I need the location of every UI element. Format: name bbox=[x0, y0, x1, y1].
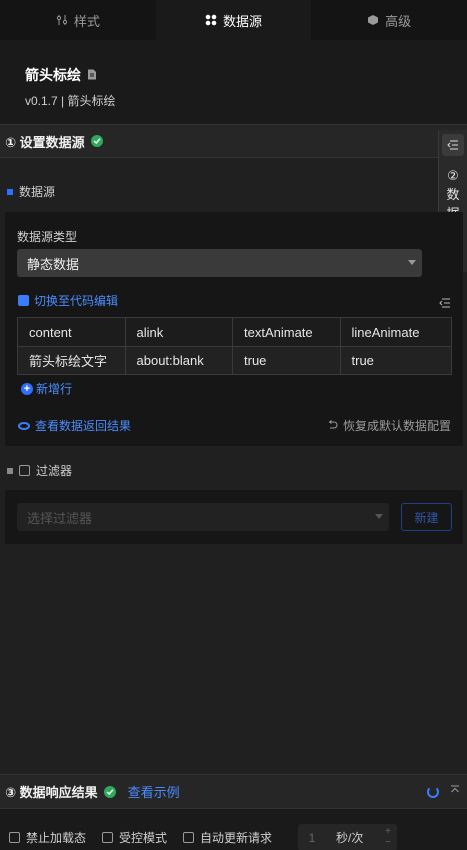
switch-code-edit-link[interactable]: 切换至代码编辑 bbox=[18, 292, 118, 309]
add-row-label: 新增行 bbox=[36, 382, 73, 396]
table-row: 箭头标绘文字 about:blank true true bbox=[18, 346, 451, 374]
side-tab-char: 数 bbox=[446, 187, 460, 202]
switch-code-label: 切换至代码编辑 bbox=[34, 294, 119, 308]
checkbox[interactable] bbox=[102, 832, 114, 843]
eye-icon bbox=[18, 421, 30, 430]
table-cell[interactable]: 箭头标绘文字 bbox=[18, 347, 126, 374]
view-result-label: 查看数据返回结果 bbox=[35, 419, 132, 433]
component-name: 箭头标绘 bbox=[25, 65, 97, 85]
component-name-text: 箭头标绘 bbox=[25, 67, 81, 83]
static-data-table: content alink textAnimate lineAnimate 箭头… bbox=[17, 317, 452, 375]
tab-label: 数据源 bbox=[223, 13, 263, 29]
square-bullet-icon bbox=[7, 188, 13, 195]
option-auto-update[interactable]: 自动更新请求 bbox=[183, 829, 272, 846]
filter-card: 选择过滤器 新建 bbox=[5, 490, 463, 544]
tab-datasource[interactable]: 数据源 bbox=[155, 0, 312, 40]
component-header: 箭头标绘 v0.1.7 | 箭头标绘 bbox=[0, 40, 467, 124]
section-title: ③ 数据响应结果 bbox=[5, 785, 98, 800]
collapse-left-icon[interactable] bbox=[442, 134, 464, 156]
table-header-cell: alink bbox=[126, 318, 233, 346]
check-circle-icon bbox=[103, 785, 116, 798]
view-example-link[interactable]: 查看示例 bbox=[128, 782, 180, 801]
option-label: 自动更新请求 bbox=[200, 831, 273, 845]
section-title: ① 设置数据源 bbox=[5, 134, 85, 150]
filter-placeholder: 选择过滤器 bbox=[27, 510, 93, 526]
caret-down-icon bbox=[408, 260, 416, 265]
square-bullet-icon bbox=[7, 467, 13, 474]
table-header-cell: lineAnimate bbox=[351, 324, 420, 340]
datasource-card: 数据源类型 静态数据 切换至代码编辑 content alink textAni… bbox=[5, 212, 463, 446]
stepper-arrows-icon[interactable]: + − bbox=[385, 826, 391, 848]
option-controlled-mode[interactable]: 受控模式 bbox=[102, 829, 167, 846]
option-label: 禁止加载态 bbox=[26, 831, 87, 845]
undo-icon bbox=[327, 419, 338, 433]
datasource-section-header[interactable]: ① 设置数据源 bbox=[0, 125, 467, 158]
tab-style[interactable]: 样式 bbox=[0, 0, 156, 40]
reset-default-link[interactable]: 恢复成默认数据配置 bbox=[327, 417, 451, 434]
panel-tabs: 样式 数据源 高级 bbox=[0, 0, 467, 40]
option-disable-loading[interactable]: 禁止加载态 bbox=[9, 829, 86, 846]
tab-label: 样式 bbox=[73, 13, 100, 29]
code-icon bbox=[18, 295, 29, 306]
interval-unit: 秒/次 bbox=[336, 831, 364, 845]
chevron-up-icon[interactable] bbox=[450, 784, 460, 796]
filter-toggle[interactable]: 过滤器 bbox=[7, 462, 72, 479]
side-tab-number: ② bbox=[447, 168, 459, 183]
collapse-list-icon[interactable] bbox=[439, 296, 451, 311]
table-cell[interactable]: about:blank bbox=[126, 347, 233, 374]
filter-select[interactable]: 选择过滤器 bbox=[17, 503, 389, 531]
tab-label: 高级 bbox=[385, 13, 412, 29]
cube-icon bbox=[367, 14, 379, 26]
data-response-header[interactable]: ③ 数据响应结果 查看示例 bbox=[0, 775, 467, 809]
datasource-label-text: 数据源 bbox=[19, 185, 56, 199]
datasource-icon bbox=[205, 14, 217, 26]
sliders-icon bbox=[56, 14, 68, 26]
caret-down-icon bbox=[375, 514, 383, 519]
filter-checkbox[interactable] bbox=[19, 465, 30, 476]
datasource-type-value: 静态数据 bbox=[27, 256, 80, 272]
interval-stepper[interactable]: 1 秒/次 + − bbox=[298, 824, 397, 850]
datasource-type-select[interactable]: 静态数据 bbox=[17, 249, 422, 277]
table-header-cell: textAnimate bbox=[233, 318, 341, 346]
view-result-link[interactable]: 查看数据返回结果 bbox=[18, 417, 131, 434]
table-cell[interactable]: true bbox=[341, 347, 451, 374]
check-circle-icon bbox=[90, 135, 103, 147]
filter-label-text: 过滤器 bbox=[36, 464, 73, 478]
add-row-button[interactable]: + 新增行 bbox=[21, 380, 72, 397]
response-options: 禁止加载态 受控模式 自动更新请求 bbox=[9, 829, 288, 846]
data-response-section: ③ 数据响应结果 查看示例 禁止加载态 受控模式 自动更新请求 1 秒/次 + − bbox=[0, 774, 467, 850]
component-version: v0.1.7 | 箭头标绘 bbox=[25, 94, 116, 108]
reset-label: 恢复成默认数据配置 bbox=[342, 419, 451, 433]
refresh-icon[interactable] bbox=[427, 786, 439, 798]
document-icon[interactable] bbox=[87, 67, 97, 83]
datasource-label: 数据源 bbox=[7, 183, 55, 200]
datasource-type-label: 数据源类型 bbox=[17, 230, 78, 244]
table-header-row: content alink textAnimate lineAnimate bbox=[18, 318, 451, 346]
interval-value[interactable]: 1 bbox=[298, 831, 326, 845]
table-header-cell: content bbox=[18, 318, 126, 346]
plus-circle-icon: + bbox=[21, 382, 33, 395]
option-label: 受控模式 bbox=[119, 831, 168, 845]
table-cell[interactable]: true bbox=[233, 347, 341, 374]
checkbox[interactable] bbox=[9, 832, 20, 843]
new-filter-button[interactable]: 新建 bbox=[401, 503, 452, 531]
tab-advanced[interactable]: 高级 bbox=[311, 0, 467, 40]
checkbox[interactable] bbox=[183, 832, 195, 843]
